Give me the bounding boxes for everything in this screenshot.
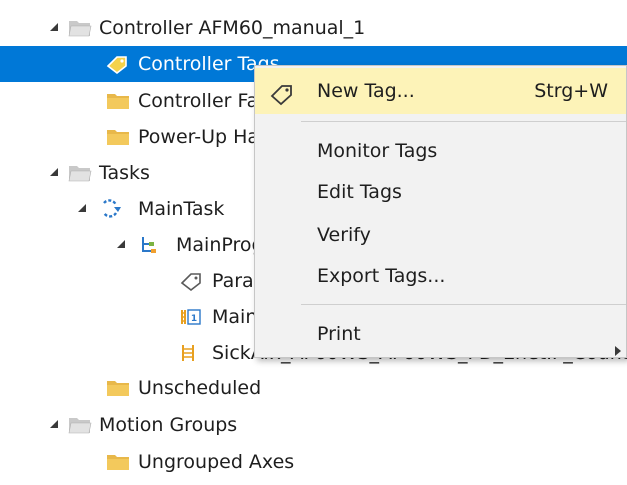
tree-node-label: Motion Groups	[99, 414, 238, 436]
open-folder-icon	[68, 407, 92, 443]
open-folder-icon	[68, 155, 92, 191]
folder-icon	[106, 119, 130, 155]
continuous-task-icon	[98, 191, 122, 227]
submenu-arrow-icon	[614, 328, 622, 374]
tree-node-label: Unscheduled	[138, 377, 262, 399]
shortcut-label: Strg+W	[534, 80, 608, 102]
tree-node-label: Controller AFM60_manual_1	[99, 17, 366, 39]
context-menu: New Tag... Strg+W Monitor Tags Edit Tags…	[254, 65, 627, 358]
tree-node-ungrouped-axes[interactable]: Ungrouped Axes	[0, 444, 627, 480]
menu-separator	[301, 304, 626, 305]
folder-icon	[106, 370, 130, 406]
tree-node-label: Tasks	[99, 162, 150, 184]
tree-node-unscheduled[interactable]: Unscheduled	[0, 370, 627, 406]
menu-item-label: Verify	[317, 224, 371, 246]
menu-separator	[301, 121, 626, 122]
menu-item-label: Export Tags...	[317, 265, 446, 287]
folder-icon	[106, 444, 130, 480]
menu-item-label: Print	[317, 323, 361, 345]
routine-icon	[180, 335, 204, 371]
tree-node-controller[interactable]: Controller AFM60_manual_1	[0, 10, 627, 46]
expanded-arrow-icon[interactable]	[48, 407, 62, 443]
open-folder-icon	[68, 10, 92, 46]
menu-item-label: Monitor Tags	[317, 140, 438, 162]
program-icon	[138, 227, 162, 263]
main-routine-icon: 1	[180, 299, 204, 335]
menu-item-verify[interactable]: Verify	[255, 212, 626, 258]
expanded-arrow-icon[interactable]	[48, 10, 62, 46]
menu-item-export-tags[interactable]: Export Tags...	[255, 253, 626, 299]
menu-item-edit-tags[interactable]: Edit Tags	[255, 169, 626, 215]
expanded-arrow-icon[interactable]	[115, 227, 129, 263]
menu-item-print[interactable]: Print	[255, 311, 626, 357]
expanded-arrow-icon[interactable]	[48, 155, 62, 191]
tree-node-label: Ungrouped Axes	[138, 451, 295, 473]
tag-outline-icon	[269, 78, 295, 106]
menu-item-new-tag[interactable]: New Tag... Strg+W	[255, 68, 626, 114]
folder-icon	[106, 83, 130, 119]
svg-text:1: 1	[191, 314, 197, 324]
tree-node-motion-groups[interactable]: Motion Groups	[0, 407, 627, 443]
menu-item-label: New Tag...	[317, 80, 415, 102]
tag-outline-icon	[180, 263, 204, 299]
expanded-arrow-icon[interactable]	[76, 191, 90, 227]
tree-node-label: MainTask	[138, 198, 225, 220]
tag-icon	[106, 46, 130, 82]
menu-item-monitor-tags[interactable]: Monitor Tags	[255, 128, 626, 174]
menu-item-label: Edit Tags	[317, 181, 402, 203]
